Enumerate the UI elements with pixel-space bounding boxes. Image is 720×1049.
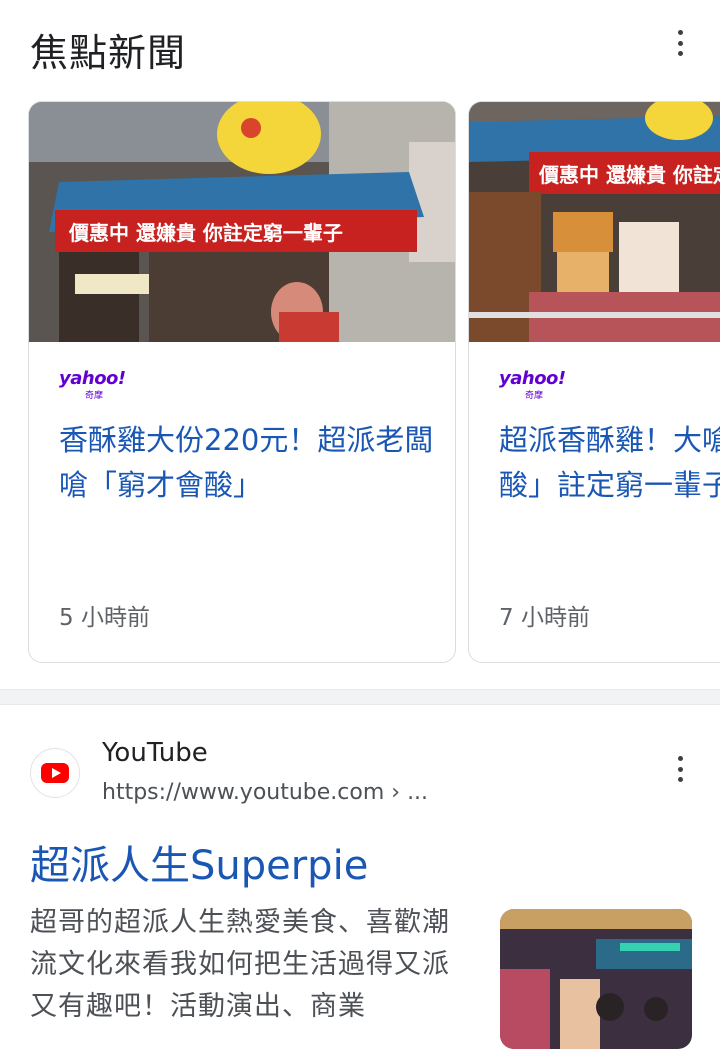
more-options-icon[interactable] <box>676 30 684 56</box>
result-more-options-icon[interactable] <box>676 756 684 782</box>
news-time: 7 小時前 <box>499 605 590 631</box>
news-time: 5 小時前 <box>59 605 150 631</box>
banner-text: 價惠中 還嫌貴 你註定 <box>538 163 720 187</box>
result-snippet: 超哥的超派人生熱愛美食、喜歡潮流文化來看我如何把生活過得又派又有趣吧！活動演出、… <box>30 907 450 1022</box>
youtube-favicon-icon <box>30 748 80 798</box>
news-thumbnail: 價惠中 還嫌貴 你註定 <box>469 102 720 342</box>
top-stories-carousel[interactable]: 價惠中 還嫌貴 你註定窮一輩子 yahoo! 奇摩 香酥雞大份220元！超派老闆… <box>28 101 720 663</box>
news-headline[interactable]: 超派香酥雞！大嗆「窮才會酸」註定窮一輩子 <box>499 418 720 508</box>
section-divider <box>0 689 720 705</box>
banner-text: 價惠中 還嫌貴 你註定窮一輩子 <box>68 221 343 245</box>
yahoo-logo-sub: 奇摩 <box>525 391 544 401</box>
news-headline[interactable]: 香酥雞大份220元！超派老闆嗆「窮才會酸」 <box>59 418 439 508</box>
section-title: 焦點新聞 <box>30 31 187 75</box>
news-card[interactable]: 價惠中 還嫌貴 你註定窮一輩子 yahoo! 奇摩 香酥雞大份220元！超派老闆… <box>28 101 456 663</box>
yahoo-logo: yahoo! <box>59 368 126 389</box>
yahoo-logo-sub: 奇摩 <box>85 391 104 401</box>
result-title-link[interactable]: 超派人生Superpie <box>30 833 368 891</box>
result-url[interactable]: https://www.youtube.com › ... <box>102 780 428 805</box>
result-thumbnail[interactable] <box>500 909 692 1049</box>
news-thumbnail: 價惠中 還嫌貴 你註定窮一輩子 <box>29 102 455 342</box>
result-site-name[interactable]: YouTube <box>102 738 208 768</box>
news-card[interactable]: 價惠中 還嫌貴 你註定 yahoo! 奇摩 超派香酥雞！大嗆「窮才會酸」註定窮一… <box>468 101 720 663</box>
yahoo-logo: yahoo! <box>499 368 566 389</box>
